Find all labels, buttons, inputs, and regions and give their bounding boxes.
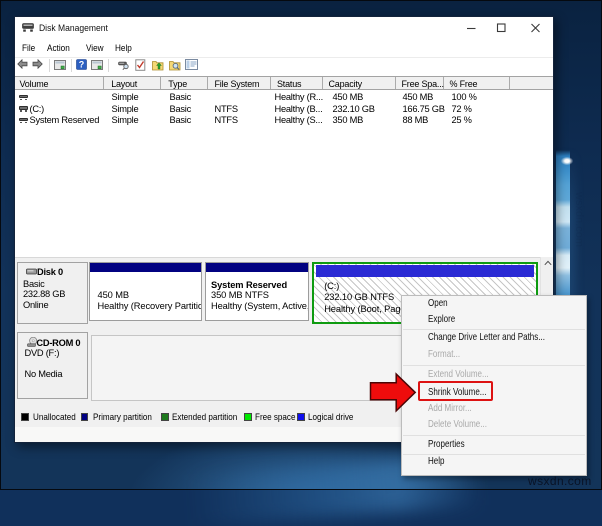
svg-text:?: ?	[79, 60, 85, 70]
